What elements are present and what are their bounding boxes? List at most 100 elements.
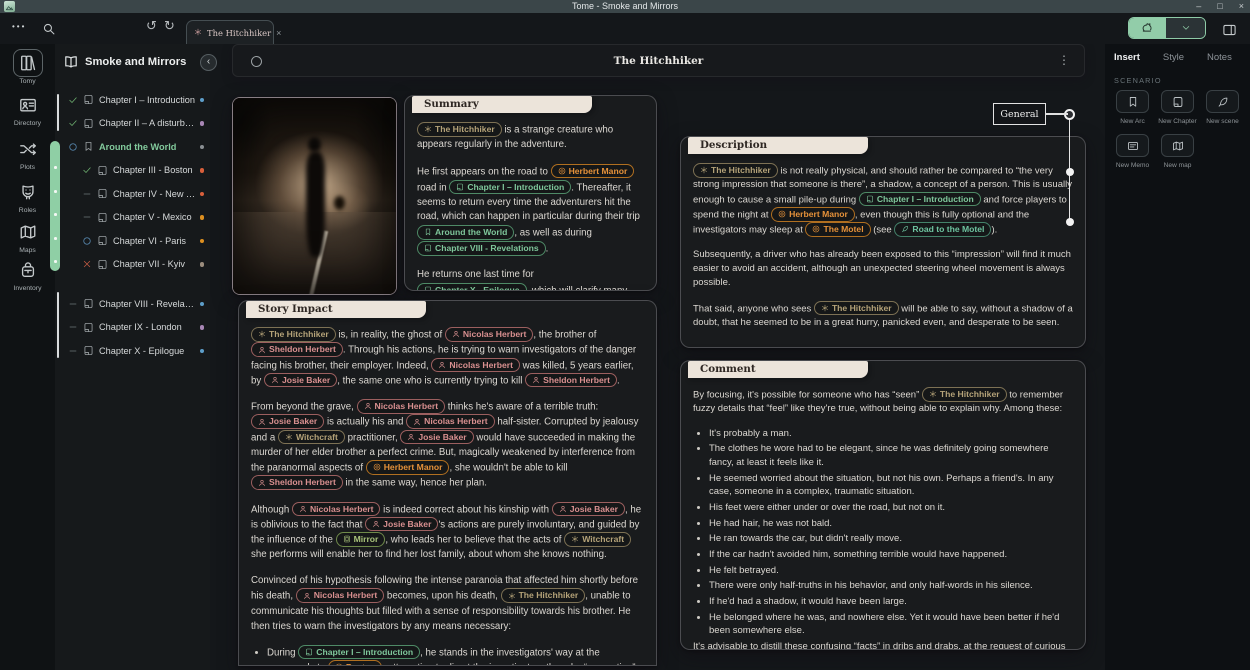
rail-item-label: Tomy bbox=[0, 78, 55, 85]
bullet-item: He seemed worried about the situation, b… bbox=[709, 472, 1073, 499]
tab-style[interactable]: Style bbox=[1163, 52, 1184, 63]
entity-pill-josie[interactable]: Josie Baker bbox=[552, 502, 625, 517]
chapter-row[interactable]: Chapter X - Epilogue bbox=[55, 339, 210, 363]
entity-pill-sheldon[interactable]: Sheldon Herbert bbox=[251, 475, 343, 490]
chapter-row[interactable]: Chapter III - Boston bbox=[55, 159, 210, 183]
entity-pill-nicolas[interactable]: Nicolas Herbert bbox=[406, 414, 495, 429]
minimize-button[interactable]: – bbox=[1196, 0, 1201, 13]
entity-pill-herbert_manor[interactable]: Herbert Manor bbox=[366, 460, 450, 475]
new-arc-button[interactable]: New Arc bbox=[1110, 90, 1155, 125]
story-impact-card-body[interactable]: The Hitchhiker is, in reality, the ghost… bbox=[239, 320, 656, 665]
ghost-photo[interactable] bbox=[232, 97, 397, 295]
bullet-item: There were only half-truths in his behav… bbox=[709, 579, 1073, 593]
check-icon bbox=[68, 95, 78, 105]
chapter-row[interactable]: Chapter VIII - Revelations bbox=[55, 292, 210, 316]
photo-vignette bbox=[233, 98, 396, 294]
entity-pill-witchcraft[interactable]: Witchcraft bbox=[564, 532, 631, 547]
chapter-row[interactable]: Chapter VII - Kyiv bbox=[55, 253, 210, 277]
tab-the-hitchhiker[interactable]: The Hitchhiker × bbox=[186, 20, 274, 44]
entity-pill-chapter1[interactable]: Chapter I – Introduction bbox=[449, 180, 571, 195]
bullet-item: It's probably a man. bbox=[709, 427, 1073, 441]
new-scene-button[interactable]: New scene bbox=[1200, 90, 1245, 125]
entity-pill-hitchhiker[interactable]: The Hitchhiker bbox=[501, 588, 586, 603]
pill-label: Nicolas Herbert bbox=[424, 415, 488, 428]
rail-item-inventory[interactable]: Inventory bbox=[0, 257, 55, 292]
entity-pill-nicolas[interactable]: Nicolas Herbert bbox=[296, 588, 385, 603]
entity-pill-road_to_motel[interactable]: Road to the Motel bbox=[894, 222, 991, 237]
lamp-button[interactable] bbox=[1129, 18, 1166, 38]
chapter-row[interactable]: Chapter II – A disturbing ... bbox=[55, 112, 210, 136]
timeline-current-ring[interactable] bbox=[1064, 109, 1075, 120]
entity-pill-chapter8[interactable]: Chapter VIII - Revelations bbox=[417, 241, 546, 256]
tab-notes[interactable]: Notes bbox=[1207, 52, 1232, 63]
nav-section-general[interactable]: General bbox=[993, 103, 1046, 125]
close-button[interactable]: × bbox=[1239, 0, 1244, 13]
collapse-sidebar-button[interactable]: ‹ bbox=[200, 54, 217, 71]
chapter-row[interactable]: Chapter VI - Paris bbox=[55, 229, 210, 253]
undo-icon[interactable]: ↺ bbox=[146, 19, 157, 34]
entity-pill-witchcraft[interactable]: Witchcraft bbox=[278, 430, 345, 445]
chapter-row[interactable]: Chapter V - Mexico bbox=[55, 206, 210, 230]
entity-pill-herbert_manor[interactable]: Herbert Manor bbox=[551, 164, 635, 179]
entity-pill-boston[interactable]: Boston bbox=[328, 660, 383, 666]
entity-pill-nicolas[interactable]: Nicolas Herbert bbox=[357, 399, 446, 414]
entity-pill-josie[interactable]: Josie Baker bbox=[264, 373, 337, 388]
description-card-body[interactable]: The Hitchhiker is not really physical, a… bbox=[681, 156, 1085, 347]
tab-close-icon[interactable]: × bbox=[276, 28, 281, 38]
entity-pill-the_motel[interactable]: The Motel bbox=[805, 222, 870, 237]
entity-pill-sheldon[interactable]: Sheldon Herbert bbox=[525, 373, 617, 388]
chapter-row[interactable]: Chapter IX - London bbox=[55, 316, 210, 340]
rail-item-directory[interactable]: Directory bbox=[0, 92, 55, 127]
rail-item-maps[interactable]: Maps bbox=[0, 219, 55, 254]
search-icon[interactable] bbox=[42, 20, 56, 38]
person-icon bbox=[258, 346, 266, 354]
entity-pill-hitchhiker[interactable]: The Hitchhiker bbox=[922, 387, 1007, 402]
summary-card-body[interactable]: The Hitchhiker is a strange creature who… bbox=[405, 115, 656, 290]
new-map-button[interactable]: New map bbox=[1155, 134, 1200, 169]
entity-pill-sheldon[interactable]: Sheldon Herbert bbox=[251, 342, 343, 357]
timeline-dot[interactable] bbox=[1066, 168, 1074, 176]
entity-pill-mirror[interactable]: Mirror bbox=[336, 532, 386, 547]
entity-pill-herbert_manor[interactable]: Herbert Manor bbox=[771, 207, 855, 222]
dropdown-chevron-button[interactable] bbox=[1166, 18, 1205, 38]
entity-pill-chapter1[interactable]: Chapter I – Introduction bbox=[859, 192, 981, 207]
entity-pill-hitchhiker[interactable]: The Hitchhiker bbox=[251, 327, 336, 342]
entity-pill-hitchhiker[interactable]: The Hitchhiker bbox=[693, 163, 778, 178]
rail-item-tomy[interactable]: Tomy bbox=[0, 49, 55, 85]
entity-pill-nicolas[interactable]: Nicolas Herbert bbox=[445, 327, 534, 342]
bullet-list: It's probably a man.The clothes he wore … bbox=[696, 427, 1073, 638]
rail-item-plots[interactable]: Plots bbox=[0, 136, 55, 171]
new-memo-button[interactable]: New Memo bbox=[1110, 134, 1155, 169]
timeline-dot[interactable] bbox=[1066, 218, 1074, 226]
maximize-button[interactable]: □ bbox=[1217, 0, 1222, 13]
insert-buttons-grid: New ArcNew ChapterNew scene New MemoNew m… bbox=[1110, 90, 1248, 178]
chapter-row[interactable]: Chapter I – Introduction bbox=[55, 88, 210, 112]
comment-card-body[interactable]: By focusing, it's possible for someone w… bbox=[681, 380, 1085, 649]
entity-pill-around_world[interactable]: Around the World bbox=[417, 225, 514, 240]
bullet-item: He felt betrayed. bbox=[709, 564, 1073, 578]
entity-pill-hitchhiker[interactable]: The Hitchhiker bbox=[814, 301, 899, 316]
entity-pill-nicolas[interactable]: Nicolas Herbert bbox=[292, 502, 381, 517]
redo-icon[interactable]: ↻ bbox=[164, 19, 175, 34]
entity-pill-josie[interactable]: Josie Baker bbox=[400, 430, 473, 445]
new-chapter-button[interactable]: New Chapter bbox=[1155, 90, 1200, 125]
rail-item-roles[interactable]: Roles bbox=[0, 179, 55, 214]
person-icon bbox=[413, 418, 421, 426]
entity-pill-nicolas[interactable]: Nicolas Herbert bbox=[431, 358, 520, 373]
chapter-row[interactable]: Chapter IV - New York bbox=[55, 182, 210, 206]
more-menu-button[interactable]: ••• bbox=[12, 22, 26, 31]
toggle-side-panel-icon[interactable] bbox=[1222, 21, 1237, 39]
pill-label: The Hitchhiker bbox=[519, 589, 579, 602]
entity-pill-josie[interactable]: Josie Baker bbox=[365, 517, 438, 532]
entity-pill-chapter10[interactable]: Chapter X - Epilogue bbox=[417, 283, 527, 291]
chapter-label: Around the World bbox=[99, 142, 196, 152]
pill-label: Josie Baker bbox=[383, 518, 431, 531]
entity-pill-hitchhiker[interactable]: The Hitchhiker bbox=[417, 122, 502, 137]
tab-insert[interactable]: Insert bbox=[1114, 52, 1140, 63]
kebab-menu-icon[interactable]: ⋮ bbox=[1058, 53, 1070, 67]
chapter-row[interactable]: Around the World bbox=[55, 135, 210, 159]
x-icon bbox=[82, 259, 92, 269]
entity-pill-josie[interactable]: Josie Baker bbox=[251, 414, 324, 429]
scroll-icon bbox=[866, 195, 874, 203]
entity-pill-chapter1[interactable]: Chapter I – Introduction bbox=[298, 645, 420, 660]
